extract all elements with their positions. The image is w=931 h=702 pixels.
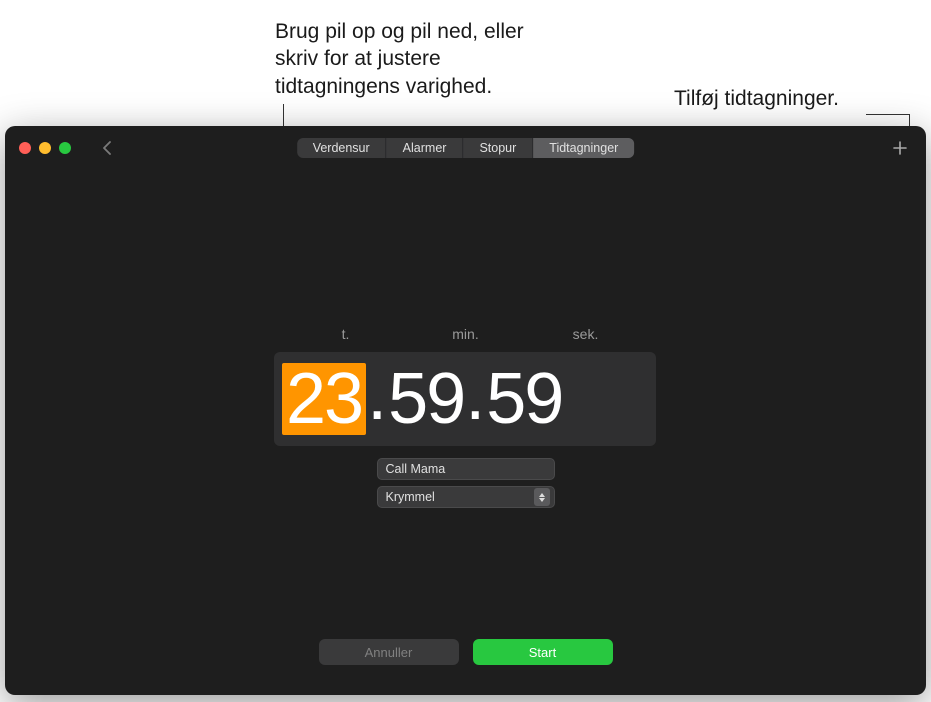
tab-timers[interactable]: Tidtagninger [533,138,634,158]
separator-dot: . [367,381,387,410]
sound-select[interactable]: Krymmel [377,486,555,508]
seconds-label: sek. [526,326,646,342]
minutes-field[interactable]: 59 [388,363,464,435]
timer-name-value: Call Mama [386,462,446,476]
callout-duration: Brug pil op og pil ned, eller skriv for … [275,18,535,100]
start-button[interactable]: Start [473,639,613,665]
hours-field[interactable]: 23 [282,363,366,435]
window-controls [19,142,71,154]
seconds-field[interactable]: 59 [486,363,562,435]
timer-name-input[interactable]: Call Mama [377,458,555,480]
tab-alarms[interactable]: Alarmer [387,138,464,158]
stepper-icon [534,488,550,506]
callout-leader-line [866,114,909,115]
time-unit-labels: t. min. sek. [286,326,646,342]
tab-stopwatch[interactable]: Stopur [463,138,533,158]
minutes-label: min. [406,326,526,342]
main-content: t. min. sek. 23 . 59 . 59 Call Mama Krym… [5,170,926,695]
callout-add: Tilføj tidtagninger. [674,85,839,112]
duration-editor[interactable]: 23 . 59 . 59 [274,352,656,446]
add-timer-button[interactable] [888,136,912,160]
timer-fields: Call Mama Krymmel [377,458,555,508]
tab-world-clock[interactable]: Verdensur [297,138,387,158]
back-button[interactable] [95,136,119,160]
cancel-button[interactable]: Annuller [319,639,459,665]
segmented-control: Verdensur Alarmer Stopur Tidtagninger [297,138,635,158]
window-minimize-button[interactable] [39,142,51,154]
plus-icon [892,140,908,156]
separator-dot: . [465,381,485,410]
sound-select-value: Krymmel [386,490,435,504]
hours-label: t. [286,326,406,342]
window-close-button[interactable] [19,142,31,154]
chevron-left-icon [102,141,112,155]
app-window: Verdensur Alarmer Stopur Tidtagninger t.… [5,126,926,695]
window-fullscreen-button[interactable] [59,142,71,154]
titlebar: Verdensur Alarmer Stopur Tidtagninger [5,126,926,170]
action-buttons: Annuller Start [319,639,613,665]
